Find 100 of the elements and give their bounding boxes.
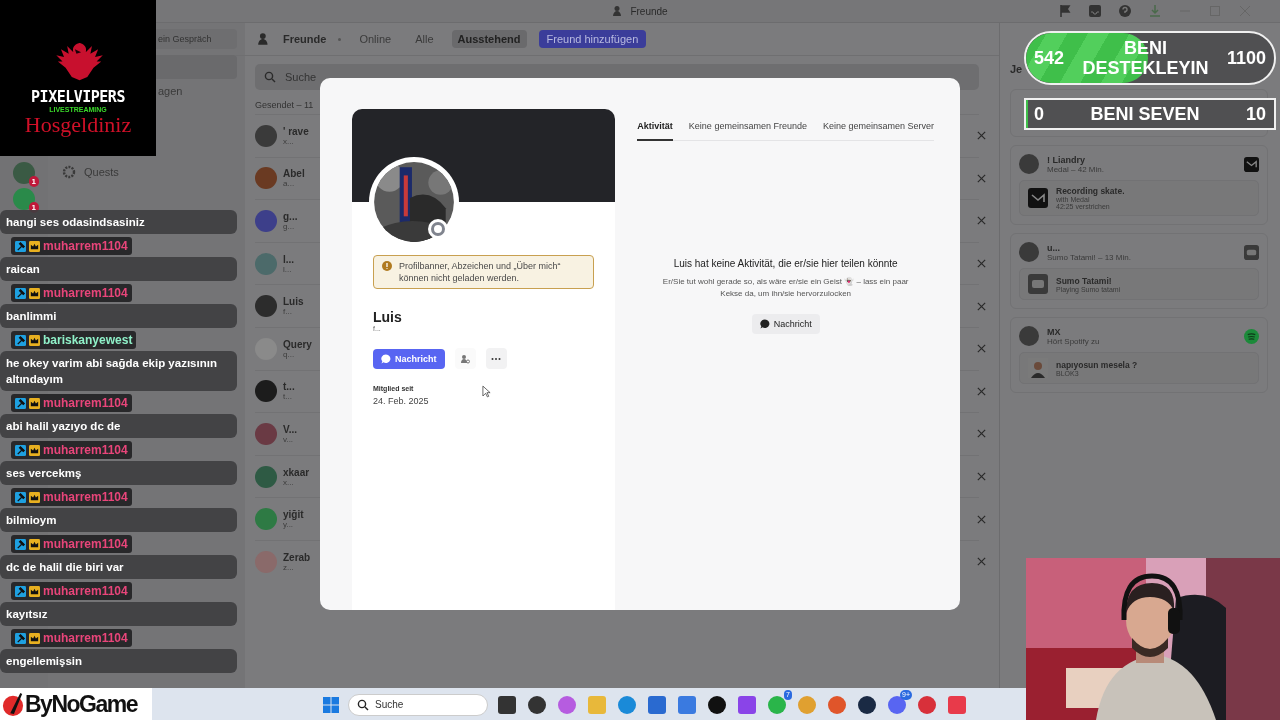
mouse-pointer-icon — [482, 385, 491, 398]
chat-username: muharrem1104 — [43, 584, 128, 598]
goal-current: 542 — [1034, 47, 1065, 69]
person-icon — [460, 353, 470, 364]
empty-state-text: Er/Sie tut wohl gerade so, als wäre er/sie ein Geist 👻 – lass ein paar Kekse da, um ihn/sie hervorzulocken — [661, 276, 910, 300]
crown-badge-icon — [29, 287, 40, 299]
more-options-button[interactable] — [485, 348, 507, 369]
window-title: Freunde — [630, 5, 668, 17]
avatar — [1019, 154, 1039, 174]
activity-title: Sumo Tatami! — [1056, 275, 1113, 286]
chat-username: muharrem1104 — [43, 286, 128, 300]
inbox-icon[interactable] — [1088, 4, 1102, 18]
friend-name: xkaar — [283, 466, 310, 478]
close-icon[interactable] — [976, 343, 987, 355]
hammer-badge-icon — [15, 240, 26, 252]
friend-name: ' rave — [283, 125, 309, 137]
hammer-badge-icon — [15, 444, 26, 456]
close-icon[interactable] — [976, 513, 987, 525]
chat-message: bilmioym — [0, 508, 237, 532]
medal-app-icon — [1244, 156, 1259, 172]
nav-item[interactable]: agen — [158, 85, 183, 97]
chat-message: dc de halil die biri var — [0, 555, 237, 579]
crown-badge-icon — [29, 491, 40, 503]
welcome-text: Hosgeldiniz — [24, 113, 132, 137]
pen-nib-icon — [2, 691, 24, 717]
add-friend-button[interactable]: Freund hinzufügen — [538, 30, 647, 48]
close-icon[interactable] — [976, 385, 987, 397]
notice-text: Profilbanner, Abzeichen und „Über mich“ können nicht geladen werden. — [399, 260, 562, 284]
goal-current: 0 — [1034, 103, 1044, 125]
hammer-badge-icon — [15, 287, 26, 299]
friends-tab[interactable]: Alle — [409, 30, 440, 48]
message-button[interactable]: Nachricht — [751, 314, 820, 334]
chat-message: abi halil yazıyo dc de — [0, 414, 237, 438]
close-icon[interactable] — [976, 300, 987, 312]
profile-tab[interactable]: Keine gemeinsamen Server — [822, 117, 934, 141]
friend-name: Abel — [283, 168, 305, 180]
flag-icon[interactable] — [1058, 4, 1072, 18]
windows-start-icon[interactable] — [322, 695, 340, 714]
friend-name: yiğit — [283, 509, 304, 521]
close-icon[interactable] — [976, 556, 987, 568]
friends-tab[interactable]: Ausstehend — [451, 30, 527, 48]
chat-username: muharrem1104 — [43, 443, 128, 457]
chat-message: ses vercekmş — [0, 461, 237, 485]
close-icon[interactable] — [976, 258, 987, 270]
profile-tab[interactable]: Keine gemeinsamen Freunde — [688, 117, 807, 141]
chat-username: bariskanyewest — [43, 333, 133, 347]
close-icon[interactable] — [976, 428, 987, 440]
friend-name: g... — [283, 211, 298, 222]
gear-icon — [62, 165, 76, 179]
member-since-date: 24. Feb. 2025 — [373, 396, 429, 406]
sponsor-name: ByNoGame — [25, 690, 137, 718]
friend-name: Query — [283, 338, 312, 350]
close-icon[interactable] — [976, 172, 987, 184]
chat-message: hangi ses odasindsasiniz — [0, 210, 237, 234]
friends-tab[interactable]: Online — [353, 30, 398, 48]
crown-badge-icon — [29, 632, 40, 644]
crown-badge-icon — [29, 397, 40, 409]
chat-message: raican — [0, 257, 237, 281]
user-name: MX — [1047, 326, 1062, 337]
friend-name: Luis — [283, 296, 304, 308]
friend-name: Zerab — [283, 551, 311, 563]
profile-tab[interactable]: Aktivität — [637, 117, 673, 141]
crown-badge-icon — [29, 538, 40, 550]
hammer-badge-icon — [15, 585, 26, 597]
chat-message: banlimmi — [0, 304, 237, 328]
spotify-icon — [1244, 328, 1259, 344]
chat-message: engellemişsin — [0, 649, 237, 673]
empty-state-title: Luis hat keine Aktivität, die er/sie hier teilen könnte — [672, 257, 899, 270]
chat-message: kayıtsız — [0, 602, 237, 626]
offline-status-icon — [428, 219, 448, 239]
avatar — [1019, 326, 1039, 346]
friend-name: V... — [283, 423, 298, 435]
hammer-badge-icon — [15, 632, 26, 644]
display-name: Luis — [373, 309, 403, 325]
medal-app-icon — [1028, 188, 1048, 208]
chat-username: muharrem1104 — [43, 239, 128, 253]
hammer-badge-icon — [15, 397, 26, 409]
crown-badge-icon — [29, 585, 40, 597]
chat-username: muharrem1104 — [43, 396, 128, 410]
message-button[interactable]: Nachricht — [373, 348, 445, 369]
unread-badge: 1 — [28, 176, 39, 187]
crown-badge-icon — [29, 334, 40, 346]
activity-title: napıyosun mesela ? — [1056, 359, 1138, 370]
chat-username: muharrem1104 — [43, 631, 128, 645]
hammer-badge-icon — [15, 491, 26, 503]
user-name: u... — [1047, 242, 1061, 253]
user-name: ! Liandry — [1047, 154, 1085, 165]
taskbar-search-field[interactable]: Suche — [348, 693, 488, 716]
friend-request-button[interactable] — [454, 348, 476, 369]
close-icon[interactable] — [976, 471, 987, 483]
goal-target: 10 — [1245, 103, 1266, 125]
close-icon[interactable] — [976, 130, 987, 142]
close-icon[interactable] — [976, 215, 987, 227]
help-icon[interactable] — [1118, 4, 1132, 18]
search-icon — [357, 698, 369, 711]
section-heading: Je — [1010, 63, 1023, 77]
avatar — [1019, 242, 1039, 262]
goal-label: BENI SEVEN — [1089, 104, 1201, 124]
chat-username: muharrem1104 — [43, 537, 128, 551]
goal-target: 1100 — [1226, 47, 1266, 69]
